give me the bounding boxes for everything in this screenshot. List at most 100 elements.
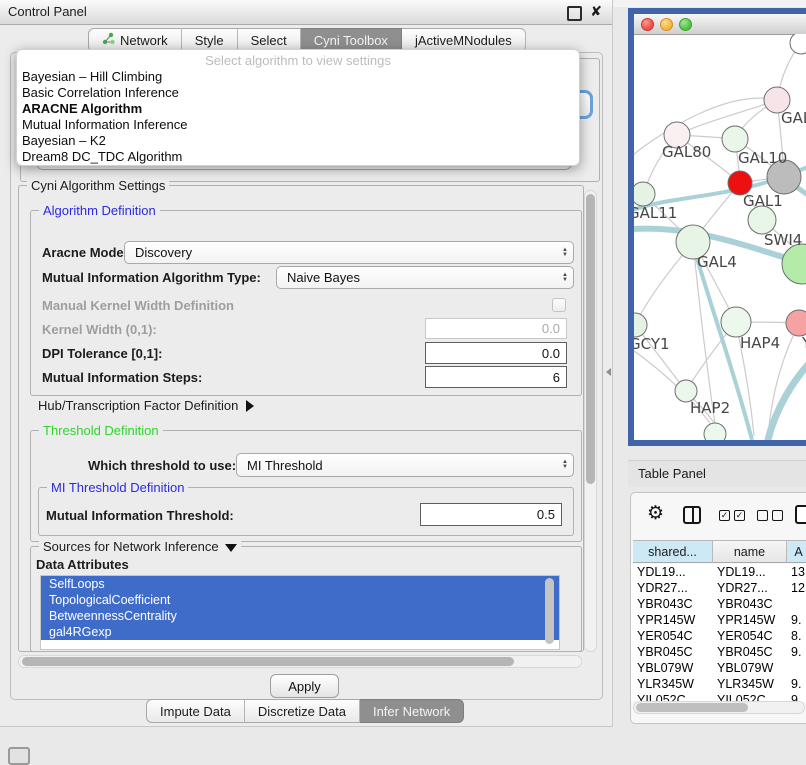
table-cell: YIL052C bbox=[637, 693, 717, 701]
algorithm-dropdown-popup: Select algorithm to view settings Bayesi… bbox=[16, 49, 580, 166]
algorithm-option-bayesian-k2[interactable]: Bayesian – K2 bbox=[17, 133, 579, 149]
aracne-mode-label: Aracne Mode: bbox=[42, 245, 128, 260]
dpi-tolerance-field[interactable]: 0.0 bbox=[425, 342, 567, 364]
panel-divider-arrow[interactable] bbox=[606, 368, 611, 376]
algorithm-option-aracne-algorithm[interactable]: ARACNE Algorithm bbox=[17, 101, 579, 117]
checkbox-checked-icon[interactable]: ✓ bbox=[719, 510, 730, 521]
table-cell: YDR27... bbox=[717, 581, 791, 595]
node-label-gal1: GAL1 bbox=[743, 192, 783, 210]
tab-label: Discretize Data bbox=[258, 704, 346, 719]
float-window-icon[interactable] bbox=[567, 6, 582, 21]
network-node-y[interactable] bbox=[786, 310, 806, 336]
node-label-hap4: HAP4 bbox=[740, 334, 780, 352]
manual-kernel-checkbox[interactable] bbox=[552, 298, 566, 312]
collapse-arrow-icon[interactable] bbox=[225, 544, 237, 552]
algorithm-option-dream8-dc-tdc-algorithm[interactable]: Dream8 DC_TDC Algorithm bbox=[17, 149, 579, 165]
algorithm-option-basic-correlation-inference[interactable]: Basic Correlation Inference bbox=[17, 85, 579, 101]
network-view-titlebar[interactable] bbox=[634, 14, 806, 35]
table-cell: YPR145W bbox=[717, 613, 791, 627]
hub-definition-expander[interactable]: Hub/Transcription Factor Definition bbox=[38, 398, 254, 413]
checkbox-unchecked-icon[interactable] bbox=[772, 510, 783, 521]
network-node[interactable] bbox=[790, 34, 806, 54]
attribute-item-betweennesscentrality[interactable]: BetweennessCentrality bbox=[41, 608, 559, 624]
column-header-a[interactable]: A bbox=[787, 540, 806, 563]
mi-type-combobox[interactable]: Naive Bayes ▲▼ bbox=[276, 266, 574, 289]
table-cell: 13 bbox=[791, 565, 806, 579]
network-node-gal11[interactable] bbox=[634, 182, 655, 206]
control-panel: Control Panel ✘ NetworkStyleSelectCyni T… bbox=[0, 0, 613, 727]
split-columns-icon[interactable] bbox=[683, 506, 701, 524]
network-node-swi4[interactable] bbox=[748, 206, 776, 234]
attribute-item-gal4rgexp[interactable]: gal4RGexp bbox=[41, 624, 559, 640]
settings-vscrollbar-thumb[interactable] bbox=[586, 194, 595, 484]
tab-infer-network[interactable]: Infer Network bbox=[360, 699, 464, 723]
settings-hscrollbar-thumb[interactable] bbox=[22, 657, 514, 666]
tab-label: Cyni Toolbox bbox=[314, 33, 388, 48]
table-hscrollbar-thumb[interactable] bbox=[636, 703, 748, 712]
network-node[interactable] bbox=[782, 244, 806, 284]
node-label-y: Y bbox=[801, 334, 806, 352]
table-cell: YLR345W bbox=[637, 677, 717, 691]
network-node[interactable] bbox=[704, 423, 726, 440]
dpi-tolerance-label: DPI Tolerance [0,1]: bbox=[42, 346, 162, 361]
kernel-width-value: 0.0 bbox=[542, 321, 560, 336]
table-cell: YER054C bbox=[637, 629, 717, 643]
table-cell: YLR345W bbox=[717, 677, 791, 691]
table-row[interactable]: YIL052CYIL052C9 bbox=[631, 692, 806, 701]
tab-discretize-data[interactable]: Discretize Data bbox=[245, 699, 360, 723]
column-header-shared-[interactable]: shared... bbox=[633, 540, 713, 563]
column-header-name[interactable]: name bbox=[713, 540, 787, 563]
attribute-item-topologicalcoefficient[interactable]: TopologicalCoefficient bbox=[41, 592, 559, 608]
close-icon[interactable]: ✘ bbox=[590, 3, 602, 20]
algorithm-option-bayesian-hill-climbing[interactable]: Bayesian – Hill Climbing bbox=[17, 69, 579, 85]
table-row[interactable]: YBL079WYBL079W bbox=[631, 660, 806, 676]
table-row[interactable]: YER054CYER054C8. bbox=[631, 628, 806, 644]
attributes-scrollbar[interactable] bbox=[545, 578, 554, 644]
table-cell: YBR045C bbox=[717, 645, 791, 659]
network-canvas[interactable]: GALGAL80GAL10GAL1GAL11SWI4GAL4GCY1HAP4YH… bbox=[634, 34, 806, 440]
settings-group-title: Cyni Algorithm Settings bbox=[27, 178, 169, 193]
table-row[interactable]: YLR345WYLR345W9. bbox=[631, 676, 806, 692]
which-threshold-combobox[interactable]: MI Threshold ▲▼ bbox=[236, 453, 574, 477]
docked-panel-button[interactable] bbox=[8, 747, 30, 765]
network-view-window: GALGAL80GAL10GAL1GAL11SWI4GAL4GCY1HAP4YH… bbox=[628, 8, 806, 446]
zoom-traffic-light[interactable] bbox=[679, 18, 692, 31]
manual-kernel-label: Manual Kernel Width Definition bbox=[42, 298, 234, 313]
checkbox-unchecked-icon[interactable] bbox=[757, 510, 768, 521]
close-traffic-light[interactable] bbox=[641, 18, 654, 31]
aracne-mode-combobox[interactable]: Discovery ▲▼ bbox=[124, 241, 574, 264]
table-panel-title: Table Panel bbox=[638, 466, 706, 481]
table-row[interactable]: YDR27...YDR27...12 bbox=[631, 580, 806, 596]
table-cell: YDL19... bbox=[637, 565, 717, 579]
table-row[interactable]: YBR045CYBR045C9. bbox=[631, 644, 806, 660]
gear-icon[interactable]: ⚙ bbox=[647, 502, 664, 525]
node-label-gcy1: GCY1 bbox=[634, 335, 670, 353]
tab-label: Select bbox=[251, 33, 287, 48]
attribute-item-selfloops[interactable]: SelfLoops bbox=[41, 576, 559, 592]
checkbox-checked-icon[interactable]: ✓ bbox=[734, 510, 745, 521]
dpi-tolerance-value: 0.0 bbox=[542, 346, 560, 361]
table-row[interactable]: YPR145WYPR145W9. bbox=[631, 612, 806, 628]
node-label-gal10: GAL10 bbox=[738, 149, 787, 167]
table-cell: YBR045C bbox=[637, 645, 717, 659]
sources-title-text: Sources for Network Inference bbox=[43, 539, 219, 554]
data-attributes-list[interactable]: SelfLoopsTopologicalCoefficientBetweenne… bbox=[40, 575, 560, 650]
mi-threshold-field[interactable]: 0.5 bbox=[420, 503, 562, 526]
table-cell: YDL19... bbox=[717, 565, 791, 579]
apply-button[interactable]: Apply bbox=[270, 674, 339, 698]
mi-threshold-title: MI Threshold Definition bbox=[47, 480, 188, 495]
tab-label: Network bbox=[120, 33, 168, 48]
network-icon bbox=[102, 32, 115, 48]
minimize-traffic-light[interactable] bbox=[660, 18, 673, 31]
kernel-width-field[interactable]: 0.0 bbox=[425, 318, 567, 339]
algorithm-option-mutual-information-inference[interactable]: Mutual Information Inference bbox=[17, 117, 579, 133]
mi-steps-field[interactable]: 6 bbox=[425, 366, 567, 388]
tab-impute-data[interactable]: Impute Data bbox=[146, 699, 245, 723]
document-icon[interactable] bbox=[795, 505, 806, 524]
table-row[interactable]: YDL19...YDL19...13 bbox=[631, 564, 806, 580]
network-node-gcy1[interactable] bbox=[634, 313, 647, 337]
which-threshold-label: Which threshold to use: bbox=[88, 458, 236, 473]
network-node-hap4[interactable] bbox=[721, 307, 751, 337]
table-row[interactable]: YBR043CYBR043C bbox=[631, 596, 806, 612]
algorithm-definition-title: Algorithm Definition bbox=[39, 203, 160, 218]
